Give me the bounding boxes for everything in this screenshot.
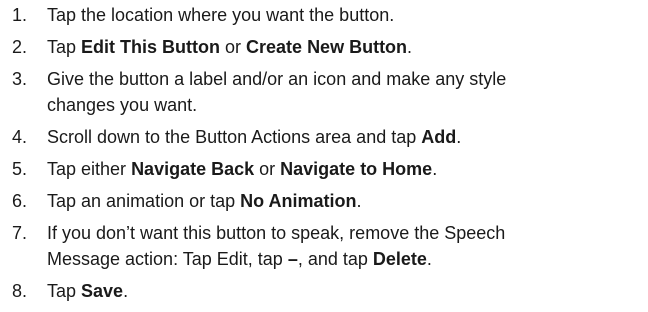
- step-number: 4.: [11, 127, 27, 147]
- step-2: 2. Tap Edit This Button or Create New Bu…: [0, 34, 640, 60]
- step-text: Tap Save.: [27, 278, 640, 304]
- step-number: 8.: [11, 281, 27, 301]
- step-text: Tap the location where you want the butt…: [27, 2, 640, 28]
- step-text-part: Give the button a label and/or an icon a…: [47, 69, 507, 89]
- step-text-part: If you don’t want this button to speak, …: [47, 223, 506, 243]
- step-text-part: .: [407, 37, 413, 57]
- step-1: 1. Tap the location where you want the b…: [0, 2, 640, 28]
- instruction-list: 1. Tap the location where you want the b…: [0, 0, 640, 310]
- step-text-part: Tap either: [47, 159, 132, 179]
- step-text: Tap either Navigate Back or Navigate to …: [27, 156, 640, 182]
- step-text-line: Message action: Tap Edit, tap –, and tap…: [47, 246, 640, 272]
- step-text-part: Tap the location where you want the butt…: [47, 5, 395, 25]
- step-text-bold: Edit This Button: [81, 37, 221, 57]
- step-text-part: .: [426, 249, 432, 269]
- step-7: 7. If you don’t want this button to spea…: [0, 220, 640, 272]
- step-text: If you don’t want this button to speak, …: [27, 220, 640, 272]
- step-8: 8. Tap Save.: [0, 278, 640, 304]
- step-text-part: .: [123, 281, 129, 301]
- step-text-part: Scroll down to the Button Actions area a…: [47, 127, 422, 147]
- step-text-part: , and tap: [297, 249, 373, 269]
- step-text-part: .: [456, 127, 462, 147]
- step-text-bold: –: [287, 249, 298, 269]
- step-text: Tap Edit This Button or Create New Butto…: [27, 34, 640, 60]
- step-number: 7.: [11, 223, 27, 243]
- step-text-bold: Create New Button: [246, 37, 408, 57]
- step-text-bold: Add: [421, 127, 457, 147]
- step-text-bold: Delete: [372, 249, 427, 269]
- step-number: 6.: [11, 191, 27, 211]
- step-text-part: .: [432, 159, 438, 179]
- step-text: Give the button a label and/or an icon a…: [27, 66, 640, 118]
- step-text-part: Tap: [47, 281, 82, 301]
- step-text-part: changes you want.: [47, 95, 198, 115]
- step-text-part: or: [220, 37, 247, 57]
- step-text-bold: Navigate Back: [131, 159, 255, 179]
- step-5: 5. Tap either Navigate Back or Navigate …: [0, 156, 640, 182]
- step-3: 3. Give the button a label and/or an ico…: [0, 66, 640, 118]
- step-text-bold: Save: [81, 281, 124, 301]
- step-text-part: or: [254, 159, 281, 179]
- step-text-bold: Navigate to Home: [280, 159, 433, 179]
- step-6: 6. Tap an animation or tap No Animation.: [0, 188, 640, 214]
- step-number: 1.: [11, 5, 27, 25]
- step-text: Tap an animation or tap No Animation.: [27, 188, 640, 214]
- step-4: 4. Scroll down to the Button Actions are…: [0, 124, 640, 150]
- step-number: 2.: [11, 37, 27, 57]
- step-number: 3.: [11, 69, 27, 89]
- step-text: Scroll down to the Button Actions area a…: [27, 124, 640, 150]
- step-text-bold: No Animation: [240, 191, 357, 211]
- step-text-part: .: [356, 191, 362, 211]
- step-text-part: Tap an animation or tap: [47, 191, 241, 211]
- step-number: 5.: [11, 159, 27, 179]
- step-text-part: Tap: [47, 37, 82, 57]
- step-text-part: Message action: Tap Edit, tap: [47, 249, 288, 269]
